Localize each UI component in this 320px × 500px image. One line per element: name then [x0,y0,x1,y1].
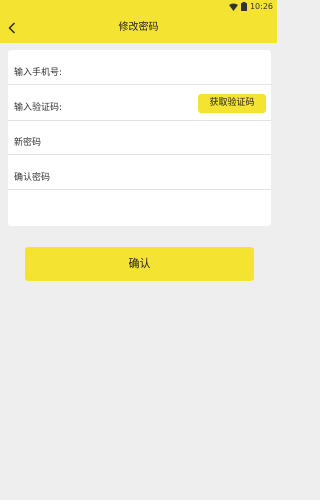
new-password-row [8,126,271,161]
divider [8,84,271,85]
title-bar: 修改密码 [0,13,277,43]
confirm-password-input[interactable] [14,161,194,196]
battery-icon [240,2,247,11]
confirm-button[interactable]: 确认 [25,247,254,281]
status-time: 10:26 [249,2,273,11]
status-bar: 10:26 [0,0,277,13]
form-card: 获取验证码 [8,50,271,226]
phone-row [8,56,271,91]
divider [8,154,271,155]
phone-input[interactable] [14,56,194,91]
divider [8,120,271,121]
new-password-input[interactable] [14,126,194,161]
confirm-password-row [8,161,271,196]
status-icons: 10:26 [228,1,273,12]
page-title: 修改密码 [118,22,159,33]
divider [8,189,271,190]
wifi-icon [228,3,238,11]
get-code-button[interactable]: 获取验证码 [198,94,266,113]
